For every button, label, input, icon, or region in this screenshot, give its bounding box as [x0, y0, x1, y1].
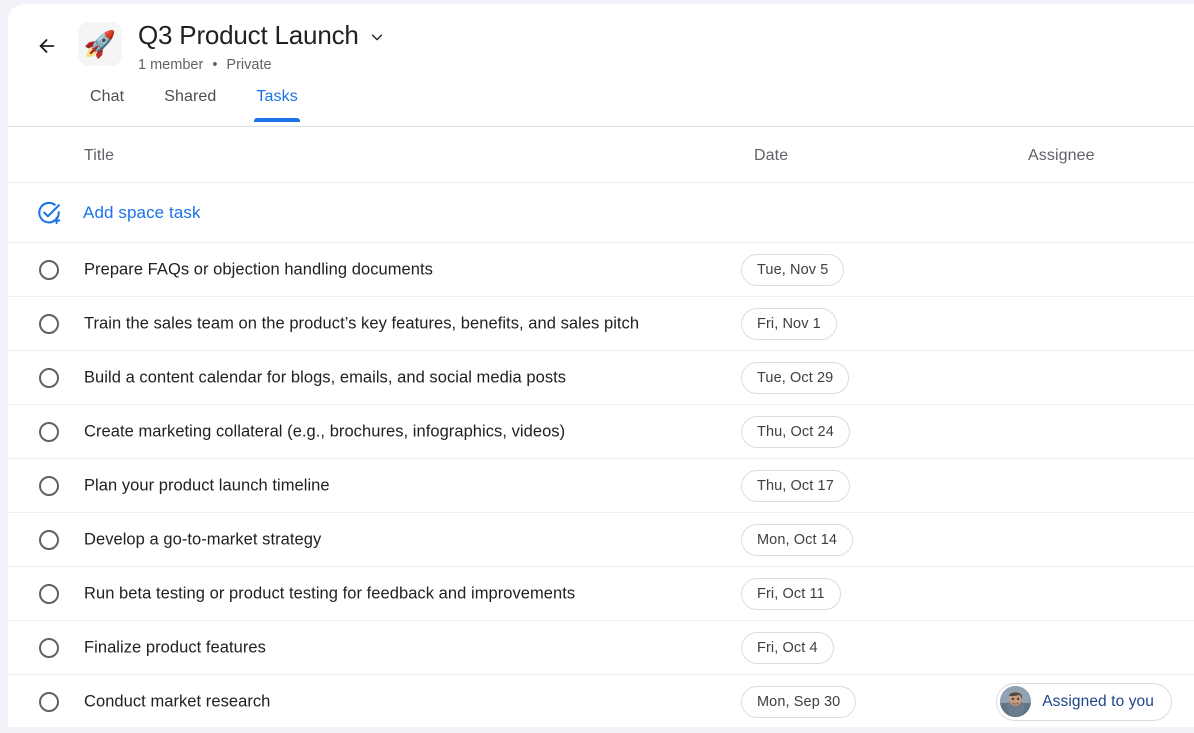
tab-tasks-label: Tasks [256, 88, 298, 105]
space-title-dropdown[interactable]: Q3 Product Launch [138, 18, 386, 52]
space-meta: Q3 Product Launch 1 member • Private [138, 18, 386, 75]
tasks-table-header: Title Date Assignee [8, 127, 1194, 183]
subtitle-separator: • [212, 57, 218, 73]
table-row[interactable]: Create marketing collateral (e.g., broch… [8, 405, 1194, 459]
table-row[interactable]: Plan your product launch timeline Thu, O… [8, 459, 1194, 513]
table-row[interactable]: Build a content calendar for blogs, emai… [8, 351, 1194, 405]
task-complete-checkbox[interactable] [39, 313, 59, 334]
space-panel: 🚀 Q3 Product Launch 1 member • Private C… [8, 4, 1194, 727]
task-title: Develop a go-to-market strategy [84, 530, 322, 548]
task-complete-checkbox[interactable] [39, 421, 59, 442]
task-date-chip[interactable]: Mon, Sep 30 [741, 685, 857, 718]
task-complete-checkbox[interactable] [39, 475, 59, 496]
space-visibility: Private [226, 57, 272, 73]
task-date-chip[interactable]: Fri, Nov 1 [741, 307, 837, 340]
table-row[interactable]: Prepare FAQs or objection handling docum… [8, 243, 1194, 297]
task-complete-checkbox[interactable] [39, 529, 59, 550]
task-title: Create marketing collateral (e.g., broch… [84, 422, 566, 440]
tab-tasks[interactable]: Tasks [236, 86, 317, 122]
task-title: Run beta testing or product testing for … [84, 584, 576, 602]
space-avatar[interactable]: 🚀 [78, 22, 122, 66]
task-complete-checkbox[interactable] [39, 367, 59, 388]
avatar [1000, 686, 1032, 717]
member-count: 1 member [138, 57, 204, 73]
task-complete-checkbox[interactable] [39, 691, 59, 712]
space-header: 🚀 Q3 Product Launch 1 member • Private [8, 4, 1194, 86]
tasks-list: Prepare FAQs or objection handling docum… [8, 243, 1194, 727]
task-complete-checkbox[interactable] [39, 637, 59, 658]
chevron-down-icon[interactable] [368, 28, 386, 46]
task-assignee-chip[interactable]: Assigned to you [996, 682, 1172, 721]
task-title: Build a content calendar for blogs, emai… [84, 368, 567, 386]
space-tabs: Chat Shared Tasks [8, 86, 1194, 126]
page-title: Q3 Product Launch [138, 20, 359, 50]
app-shell: 🚀 Q3 Product Launch 1 member • Private C… [0, 0, 1194, 733]
task-title: Conduct market research [84, 692, 271, 710]
tab-chat-label: Chat [90, 88, 125, 105]
tab-chat[interactable]: Chat [70, 86, 144, 122]
arrow-left-icon [36, 35, 58, 57]
tab-shared-label: Shared [164, 88, 217, 105]
add-task-check-icon [36, 200, 62, 226]
task-title: Prepare FAQs or objection handling docum… [84, 260, 433, 278]
column-header-date: Date [754, 147, 789, 164]
column-header-title: Title [84, 147, 115, 164]
table-row[interactable]: Conduct market research Mon, Sep 30 Assi… [8, 675, 1194, 727]
rocket-emoji-icon: 🚀 [83, 29, 117, 59]
task-title: Finalize product features [84, 638, 266, 656]
tab-shared[interactable]: Shared [144, 86, 236, 122]
table-row[interactable]: Run beta testing or product testing for … [8, 567, 1194, 621]
task-date-chip[interactable]: Mon, Oct 14 [741, 523, 854, 556]
add-space-task-label: Add space task [83, 202, 201, 222]
table-row[interactable]: Finalize product features Fri, Oct 4 [8, 621, 1194, 675]
task-assignee-label: Assigned to you [1042, 693, 1154, 710]
task-date-chip[interactable]: Fri, Oct 11 [741, 577, 841, 610]
task-date-chip[interactable]: Thu, Oct 24 [741, 415, 850, 448]
table-row[interactable]: Develop a go-to-market strategy Mon, Oct… [8, 513, 1194, 567]
task-date-chip[interactable]: Thu, Oct 17 [741, 469, 850, 502]
add-space-task-button[interactable]: Add space task [8, 183, 1194, 243]
column-header-assignee: Assignee [1028, 147, 1095, 164]
table-row[interactable]: Train the sales team on the product’s ke… [8, 297, 1194, 351]
task-complete-checkbox[interactable] [39, 259, 59, 280]
space-subtitle: 1 member • Private [138, 55, 386, 75]
task-title: Plan your product launch timeline [84, 476, 330, 494]
task-complete-checkbox[interactable] [39, 583, 59, 604]
task-date-chip[interactable]: Tue, Nov 5 [741, 253, 845, 286]
back-button[interactable] [27, 26, 67, 66]
task-date-chip[interactable]: Fri, Oct 4 [741, 631, 834, 664]
task-date-chip[interactable]: Tue, Oct 29 [741, 361, 850, 394]
task-title: Train the sales team on the product’s ke… [84, 314, 640, 332]
tab-active-indicator [254, 118, 301, 122]
